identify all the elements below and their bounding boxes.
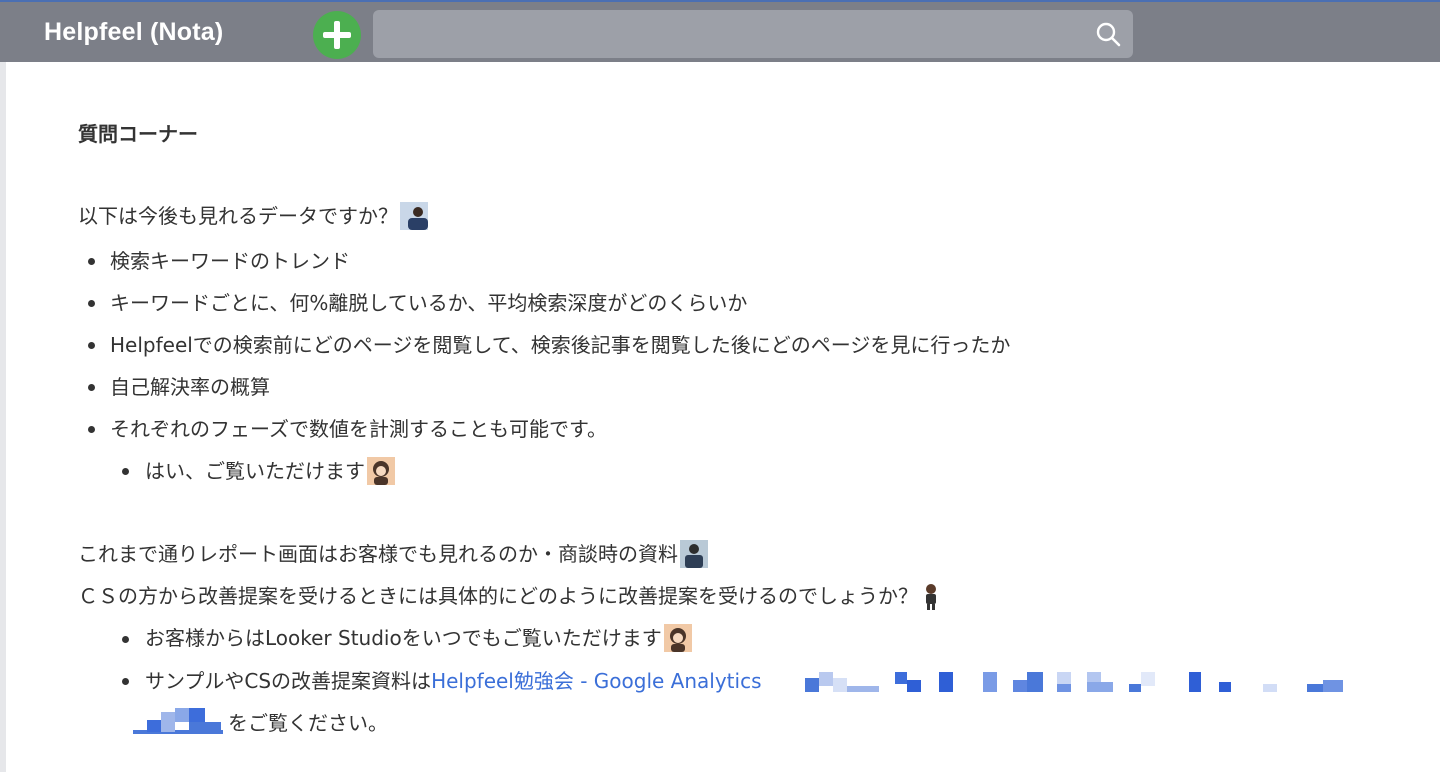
app-title[interactable]: Helpfeel (Nota) (44, 18, 223, 47)
page-content: 質問コーナー 以下は今後も見れるデータですか？ 検索キーワードのトレンド キーワ… (0, 62, 1440, 772)
doc-link[interactable]: Helpfeel勉強会 - Google Analytics (431, 669, 761, 693)
top-bar: Helpfeel (Nota) (0, 0, 1440, 62)
question-text: ＣＳの方から改善提案を受けるときには具体的にどのように改善提案を受けるのでしょう… (78, 584, 918, 608)
user-icon[interactable] (367, 456, 395, 485)
new-page-button[interactable] (313, 11, 361, 59)
list-item: 検索キーワードのトレンド (110, 249, 350, 273)
list-item: それぞれのフェーズで数値を計測することも可能です。 (110, 417, 607, 441)
redacted-link[interactable] (133, 708, 225, 740)
question-text: 以下は今後も見れるデータですか？ (78, 204, 398, 228)
answer-suffix: をご覧ください。 (228, 711, 388, 735)
question-line: これまで通りレポート画面はお客様でも見れるのか・商談時の資料 (78, 539, 708, 570)
user-icon[interactable] (920, 582, 948, 610)
question-text: これまで通りレポート画面はお客様でも見れるのか・商談時の資料 (78, 542, 678, 566)
answer-text: お客様からはLooker Studioをいつでもご覧いただけます (145, 626, 662, 650)
answer-item: はい、ご覧いただけます (145, 456, 395, 487)
bullet-dot (88, 384, 95, 391)
search-input[interactable] (373, 10, 1101, 58)
section-heading: 質問コーナー (78, 122, 198, 146)
plus-icon (323, 21, 351, 49)
bullet-dot (88, 426, 95, 433)
answer-text: サンプルやCSの改善提案資料は (145, 669, 432, 693)
search-icon[interactable] (1095, 21, 1121, 47)
user-icon[interactable] (400, 201, 428, 230)
question-line: ＣＳの方から改善提案を受けるときには具体的にどのように改善提案を受けるのでしょう… (78, 582, 948, 612)
redacted-link[interactable] (805, 668, 1355, 696)
user-icon[interactable] (663, 623, 692, 652)
answer-text: はい、ご覧いただけます (145, 459, 365, 483)
bullet-dot (122, 636, 129, 643)
bullet-dot (88, 258, 95, 265)
bullet-dot (122, 468, 129, 475)
answer-item: お客様からはLooker Studioをいつでもご覧いただけます (145, 623, 692, 654)
bullet-dot (122, 678, 129, 685)
bullet-dot (88, 300, 95, 307)
list-item: Helpfeelでの検索前にどのページを閲覧して、検索後記事を閲覧した後にどのペ… (110, 333, 1011, 357)
bullet-dot (88, 342, 95, 349)
answer-item: サンプルやCSの改善提案資料はHelpfeel勉強会 - Google Anal… (145, 667, 762, 695)
list-item: 自己解決率の概算 (110, 375, 270, 399)
search-bar (373, 10, 1133, 58)
user-icon[interactable] (680, 539, 708, 568)
list-item: キーワードごとに、何%離脱しているか、平均検索深度がどのくらいか (110, 291, 748, 315)
question-line: 以下は今後も見れるデータですか？ (78, 201, 428, 232)
